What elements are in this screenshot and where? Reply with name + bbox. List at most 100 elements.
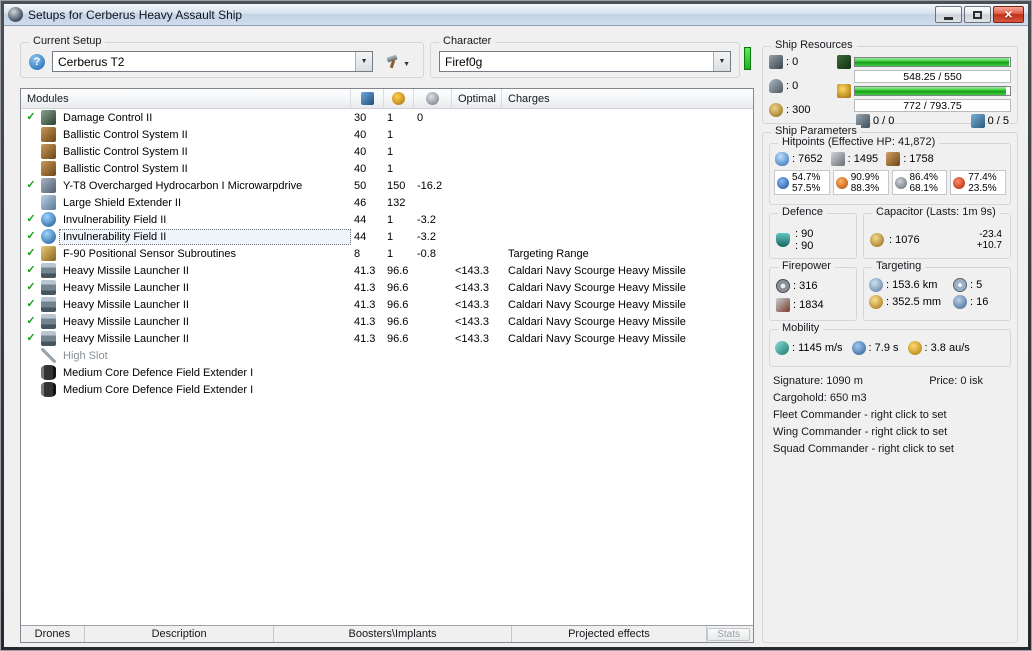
stats-button[interactable]: Stats (707, 627, 750, 641)
tab-drones[interactable]: Drones (21, 626, 85, 642)
structure-hp: : 1758 (886, 152, 934, 166)
module-charge: Caldari Navy Scourge Heavy Missile (508, 264, 686, 277)
module-name: Invulnerability Field II (63, 213, 167, 226)
em-resist: 54.7% 57.5% (774, 170, 830, 195)
tab-projected-effects[interactable]: Projected effects (512, 626, 708, 642)
window-frame: Setups for Cerberus Heavy Assault Ship C… (4, 4, 1028, 647)
setup-select[interactable]: Cerberus T2 (52, 51, 374, 72)
module-cpu: 41.3 (354, 315, 376, 328)
window-title: Setups for Cerberus Heavy Assault Ship (28, 7, 243, 22)
charges-column-header[interactable]: Charges (502, 89, 753, 108)
active-check-icon: ✓ (26, 179, 36, 191)
module-row[interactable]: ✓ Heavy Missile Launcher II 41.3 96.6 <1… (21, 313, 753, 330)
module-row[interactable]: ✓ Invulnerability Field II 44 1 -3.2 (21, 211, 753, 228)
module-row[interactable]: Large Shield Extender II 46 132 (21, 194, 753, 211)
dps-crosshair-icon (776, 279, 790, 293)
module-row[interactable]: ✓ Heavy Missile Launcher II 41.3 96.6 <1… (21, 262, 753, 279)
module-pg: 1 (387, 145, 394, 158)
powergrid-column-header[interactable] (384, 89, 414, 108)
hitpoints-label: Hitpoints (Effective HP: 41,872) (778, 136, 940, 148)
module-row[interactable]: ✓ Heavy Missile Launcher II 41.3 96.6 <1… (21, 279, 753, 296)
capacitor-column-header[interactable] (414, 89, 452, 108)
wing-commander-text[interactable]: Wing Commander - right click to set (773, 426, 947, 438)
module-cap: -0.8 (417, 247, 436, 260)
module-icon (41, 110, 56, 125)
modules-column-header[interactable]: Modules (21, 89, 351, 108)
minimize-button[interactable] (935, 6, 962, 23)
module-row-selected[interactable]: ✓ Invulnerability Field II 44 1 -3.2 (21, 228, 753, 245)
module-name: Damage Control II (63, 111, 153, 124)
structure-hp-value: : 1758 (903, 153, 934, 165)
em-shield-resist: 54.7% (792, 171, 821, 183)
module-icon (41, 263, 56, 278)
character-select-value: Firef0g (445, 54, 483, 69)
module-name: Y-T8 Overcharged Hydrocarbon I Microwarp… (63, 179, 303, 192)
sensor-strength-icon (953, 295, 967, 309)
module-row[interactable]: Ballistic Control System II 40 1 (21, 126, 753, 143)
kinetic-shield-resist: 86.4% (909, 171, 938, 183)
drone-bay: 0 / 0 (856, 114, 894, 128)
capacitor-amount: : 1076 (889, 233, 920, 246)
sensor-strength-value: : 16 (970, 296, 989, 308)
powergrid-icon (392, 92, 405, 105)
em-resist-icon (777, 176, 789, 189)
squad-commander-text[interactable]: Squad Commander - right click to set (773, 443, 954, 455)
module-row[interactable]: Ballistic Control System II 40 1 (21, 143, 753, 160)
app-icon (8, 7, 23, 22)
drone-bay-value: 0 / 0 (873, 115, 895, 127)
module-row[interactable]: ✓ Y-T8 Overcharged Hydrocarbon I Microwa… (21, 177, 753, 194)
module-row[interactable]: ✓ Heavy Missile Launcher II 41.3 96.6 <1… (21, 330, 753, 347)
hitpoints-group: Hitpoints (Effective HP: 41,872) : 7652 … (769, 136, 1011, 205)
module-cpu: 46 (354, 196, 367, 209)
module-cpu: 30 (354, 111, 367, 124)
empty-slot-row[interactable]: High Slot (21, 347, 753, 364)
powergrid-bar-fill (855, 87, 1006, 95)
cpu-icon (837, 55, 851, 69)
drone-bandwidth-icon (970, 114, 985, 128)
rig-row[interactable]: Medium Core Defence Field Extender I (21, 364, 753, 381)
modules-table-header[interactable]: Modules Optimal Charges (21, 89, 753, 109)
module-pg: 1 (387, 162, 394, 175)
chevron-down-icon[interactable] (355, 52, 373, 71)
module-cpu: 41.3 (354, 298, 376, 311)
volley-missile-icon (776, 298, 790, 312)
module-name: High Slot (63, 349, 108, 362)
firepower-content: : 316 : 1834 (770, 268, 856, 315)
chevron-down-icon[interactable] (713, 52, 730, 71)
module-pg: 1 (387, 213, 394, 226)
module-pg: 1 (387, 128, 394, 141)
close-icon (1004, 6, 1012, 24)
module-row[interactable]: ✓ Heavy Missile Launcher II 41.3 96.6 <1… (21, 296, 753, 313)
module-optimal: <143.3 (455, 332, 489, 345)
explosive-resist-icon (835, 176, 848, 189)
optimal-column-header[interactable]: Optimal (452, 89, 502, 108)
title-bar[interactable]: Setups for Cerberus Heavy Assault Ship (4, 4, 1028, 26)
drone-resources-row: 0 / 0 0 / 5 (854, 113, 1011, 128)
cpu-column-header[interactable] (351, 89, 384, 108)
module-row[interactable]: Ballistic Control System II 40 1 (21, 160, 753, 177)
character-row: Firef0g (431, 43, 739, 77)
close-button[interactable] (993, 6, 1024, 23)
character-select[interactable]: Firef0g (439, 51, 731, 72)
module-charge: Caldari Navy Scourge Heavy Missile (508, 298, 686, 311)
tab-description[interactable]: Description (85, 626, 275, 642)
maximize-button[interactable] (964, 6, 991, 23)
module-icon (41, 195, 56, 210)
module-row[interactable]: ✓ F-90 Positional Sensor Subroutines 8 1… (21, 245, 753, 262)
drone-bandwidth-value: 0 / 5 (987, 115, 1009, 127)
tools-dropdown-button[interactable] (380, 50, 415, 74)
module-cpu: 44 (354, 230, 367, 243)
scan-resolution-value: : 352.5 mm (886, 296, 942, 308)
ship-resources-content: : 0 : 0 : 300 548.25 / 550 772 / 793.75 … (763, 47, 1017, 128)
rig-row[interactable]: Medium Core Defence Field Extender I (21, 381, 753, 398)
targeting-group: Targeting : 153.6 km : 5 : 352.5 mm : 16 (863, 260, 1011, 321)
cpu-bar-fill (855, 58, 1010, 66)
explosive-resist: 90.9% 88.3% (832, 170, 889, 195)
tab-boosters-implants[interactable]: Boosters\Implants (274, 626, 512, 642)
fleet-commander-text[interactable]: Fleet Commander - right click to set (773, 409, 947, 421)
module-pg: 96.6 (387, 332, 409, 345)
module-cpu: 40 (354, 128, 367, 141)
module-row[interactable]: ✓ Damage Control II 30 1 0 (21, 109, 753, 126)
help-icon[interactable] (29, 53, 45, 70)
chevron-down-icon (403, 53, 410, 71)
